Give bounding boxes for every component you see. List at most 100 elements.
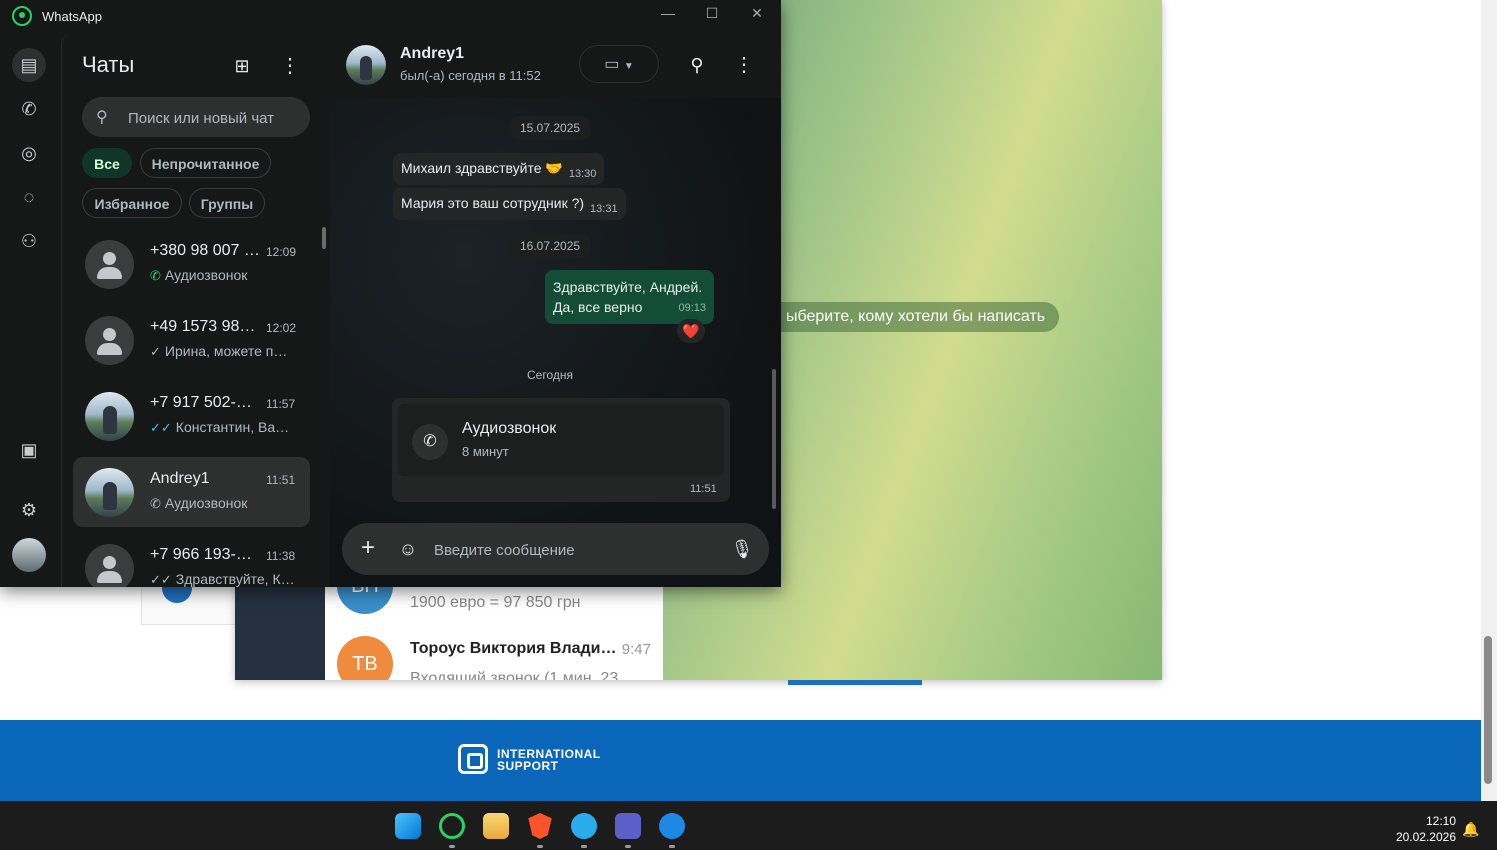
- message-composer: + ☺ 🎙: [342, 523, 769, 577]
- filter-favorites[interactable]: Избранное: [82, 188, 182, 218]
- chat-list-item[interactable]: +380 98 007 … 12:09 ✆ Аудиозвонок: [73, 229, 310, 299]
- phone-app-icon[interactable]: [659, 813, 685, 839]
- avatar: [85, 392, 134, 441]
- sticker-icon[interactable]: ☺: [396, 537, 420, 561]
- page-scrollbar[interactable]: [1481, 0, 1497, 801]
- clock-time[interactable]: 12:10: [1412, 814, 1456, 828]
- status-icon[interactable]: ◎: [12, 136, 46, 170]
- chat-preview: Ирина, можете п…: [164, 343, 288, 359]
- video-call-button[interactable]: ▭ ▼: [579, 45, 659, 83]
- search-input[interactable]: [126, 97, 310, 139]
- clock-date[interactable]: 20.02.2026: [1392, 830, 1456, 844]
- contact-last-seen: был(-а) сегодня в 11:52: [400, 68, 541, 83]
- message-time: 09:13: [678, 302, 706, 314]
- communities-icon[interactable]: ⚇: [12, 224, 46, 258]
- outgoing-message[interactable]: Здравствуйте, Андрей. Да, все верно 09:13: [545, 270, 714, 324]
- filter-groups[interactable]: Группы: [189, 188, 265, 218]
- avatar: [85, 316, 134, 365]
- taskbar: 12:10 20.02.2026 🔔: [0, 801, 1497, 850]
- avatar: [85, 544, 134, 587]
- menu-icon[interactable]: ⋮: [734, 53, 754, 77]
- message-text-line1: Здравствуйте, Андрей.: [553, 279, 703, 295]
- brave-icon[interactable]: [528, 813, 552, 839]
- telegram-icon[interactable]: [571, 813, 597, 839]
- call-duration: 8 минут: [462, 444, 509, 459]
- call-message[interactable]: ✆ Аудиозвонок 8 минут 11:51: [392, 398, 730, 502]
- title-bar: WhatsApp — ☐ ✕: [0, 0, 781, 34]
- chat-list-item[interactable]: +49 1573 981… 12:02 ✓ Ирина, можете п…: [73, 305, 310, 375]
- missed-call-icon: ✆: [150, 496, 161, 511]
- minimize-button[interactable]: —: [653, 2, 683, 24]
- microphone-icon[interactable]: 🎙: [730, 537, 754, 561]
- chat-list-scrollbar[interactable]: [322, 227, 326, 249]
- incoming-message[interactable]: Михаил здравствуйте 🤝 13:30: [393, 153, 605, 185]
- notification-bell-icon[interactable]: 🔔: [1462, 821, 1479, 838]
- chat-time: 11:38: [266, 549, 296, 563]
- message-time: 13:31: [590, 203, 618, 215]
- chat-name: Andrey1: [150, 470, 210, 487]
- chat-list-item-selected[interactable]: Andrey1 11:51 ✆ Аудиозвонок: [73, 457, 310, 527]
- message-text: Михаил здравствуйте 🤝: [401, 160, 563, 176]
- chat-list-item[interactable]: +7 917 502-9… 11:57 ✓✓ Константин, Ва…: [73, 381, 310, 451]
- chats-icon[interactable]: ▤: [12, 48, 46, 82]
- call-card[interactable]: ✆ Аудиозвонок 8 минут: [398, 404, 724, 476]
- search-box: ⚲: [82, 97, 310, 139]
- contact-avatar[interactable]: [346, 45, 386, 85]
- chat-preview: Входящий звонок (1 мин. 23: [410, 670, 619, 680]
- menu-icon[interactable]: ⋮: [280, 54, 300, 78]
- attach-plus-icon[interactable]: +: [356, 536, 380, 561]
- chat-preview: Аудиозвонок: [164, 495, 248, 511]
- international-support-logo-icon: [458, 744, 488, 774]
- chevron-down-icon: ▼: [623, 61, 634, 72]
- avatar-initials: ТВ: [352, 653, 378, 675]
- navigation-rail: ▤ ✆ ◎ ◌ ⚇ ▣ ⚙: [0, 34, 60, 587]
- search-icon[interactable]: ⚲: [685, 53, 709, 77]
- chat-list-item[interactable]: +7 966 193-1… 11:38 ✓✓ Здравствуйте, К…: [73, 533, 310, 587]
- channels-icon[interactable]: ◌: [12, 180, 46, 214]
- message-time: 11:51: [690, 483, 717, 495]
- missed-call-icon: ✆: [412, 424, 448, 460]
- message-time: 13:30: [568, 168, 597, 180]
- media-icon[interactable]: ▣: [12, 433, 46, 467]
- video-camera-icon: ▭: [604, 56, 620, 73]
- calls-icon[interactable]: ✆: [12, 92, 46, 126]
- whatsapp-icon[interactable]: [439, 813, 465, 839]
- teams-icon[interactable]: [615, 813, 641, 839]
- footer-logo-text: INTERNATIONAL SUPPORT: [497, 748, 601, 772]
- filter-all[interactable]: Все: [82, 148, 132, 178]
- conversation-scrollbar[interactable]: [772, 369, 776, 509]
- message-text-line2: Да, все верно: [553, 299, 643, 315]
- message-text: Мария это ваш сотрудник ?): [401, 195, 585, 211]
- whatsapp-window: WhatsApp — ☐ ✕ ▤ ✆ ◎ ◌ ⚇ ▣ ⚙ Чаты ⊞ ⋮ ⚲ …: [0, 0, 781, 587]
- heart-reaction-icon[interactable]: ❤️: [677, 319, 705, 343]
- telegram-chat-row[interactable]: ТВ Тороус Виктория Влади… 9:47 Входящий …: [325, 622, 663, 680]
- page-scrollbar-thumb[interactable]: [1484, 636, 1492, 784]
- chat-time: 12:09: [266, 245, 297, 259]
- profile-avatar[interactable]: [12, 538, 46, 572]
- message-input[interactable]: [432, 523, 726, 577]
- file-explorer-icon[interactable]: [483, 813, 509, 839]
- contact-name[interactable]: Andrey1: [400, 45, 464, 63]
- telegram-bottom-indicator: [788, 680, 922, 685]
- new-chat-icon[interactable]: ⊞: [230, 54, 254, 78]
- chat-preview: 1900 евро = 97 850 грн: [410, 594, 581, 611]
- whatsapp-logo-icon: [12, 6, 32, 26]
- single-check-icon: ✓: [150, 344, 161, 359]
- conversation-header[interactable]: Andrey1 был(-а) сегодня в 11:52 ▭ ▼ ⚲ ⋮: [330, 34, 781, 98]
- avatar: [85, 468, 134, 517]
- settings-icon[interactable]: ⚙: [12, 493, 46, 527]
- page-footer: [0, 720, 1481, 801]
- date-divider: 15.07.2025: [510, 116, 591, 140]
- conversation-panel: Andrey1 был(-а) сегодня в 11:52 ▭ ▼ ⚲ ⋮ …: [330, 34, 781, 587]
- filter-unread[interactable]: Непрочитанное: [140, 148, 271, 178]
- chat-time: 11:51: [266, 473, 296, 487]
- chat-name: +7 917 502-9…: [150, 394, 260, 411]
- date-divider: 16.07.2025: [510, 234, 591, 258]
- incoming-message[interactable]: Мария это ваш сотрудник ?) 13:31: [393, 188, 626, 220]
- maximize-button[interactable]: ☐: [697, 2, 727, 24]
- windows-start-icon[interactable]: [395, 813, 421, 839]
- chat-name: Тороус Виктория Влади…: [410, 640, 615, 657]
- call-title: Аудиозвонок: [462, 420, 557, 437]
- running-indicator: [625, 845, 631, 848]
- close-button[interactable]: ✕: [742, 2, 772, 24]
